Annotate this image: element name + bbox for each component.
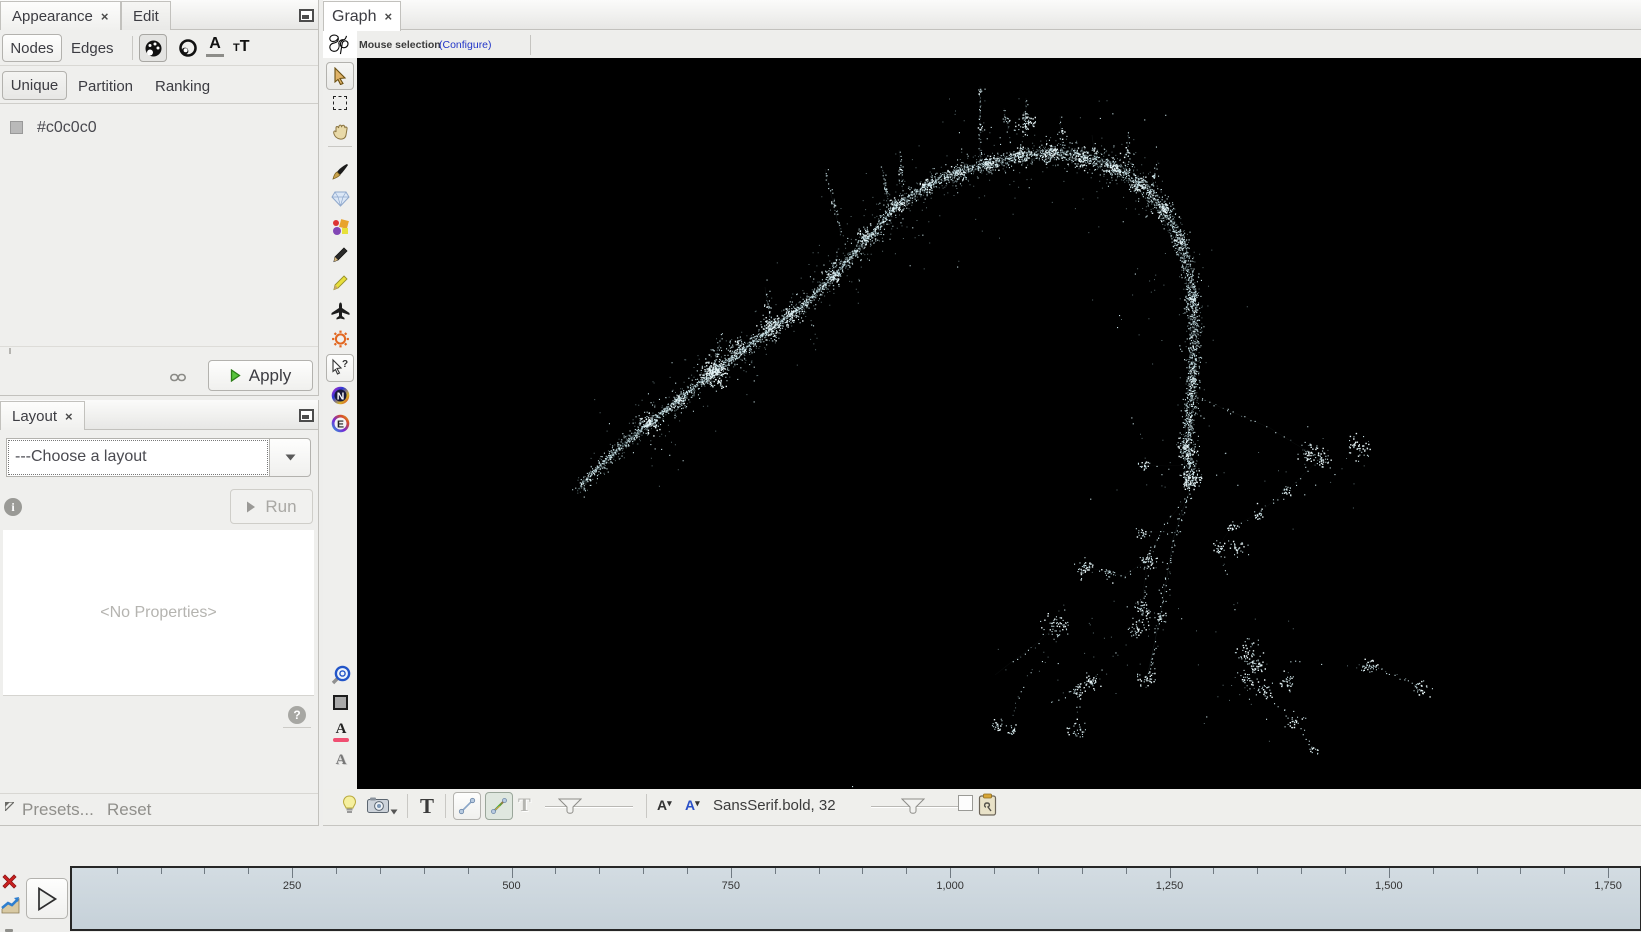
svg-text:N: N bbox=[337, 390, 345, 402]
svg-text:?: ? bbox=[342, 359, 348, 370]
svg-text:E: E bbox=[337, 418, 344, 430]
